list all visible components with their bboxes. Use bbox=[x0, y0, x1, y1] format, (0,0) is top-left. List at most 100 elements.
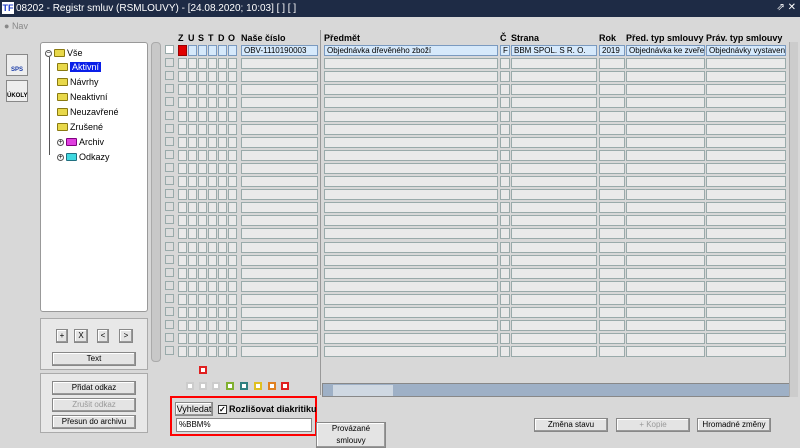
grid-cell[interactable] bbox=[511, 307, 597, 318]
grid-cell[interactable] bbox=[626, 320, 705, 332]
grid-cell[interactable] bbox=[511, 162, 597, 174]
row-checkbox[interactable] bbox=[165, 307, 174, 316]
grid-cell[interactable] bbox=[324, 254, 498, 266]
grid-cell[interactable] bbox=[241, 241, 318, 253]
grid-cell[interactable] bbox=[500, 97, 510, 109]
grid-cell[interactable] bbox=[511, 136, 597, 148]
row-checkbox[interactable] bbox=[165, 280, 174, 290]
grid-cell[interactable] bbox=[511, 123, 597, 135]
grid-cell[interactable] bbox=[511, 149, 597, 161]
grid-cell[interactable] bbox=[706, 176, 786, 187]
grid-cell[interactable] bbox=[241, 280, 318, 292]
grid-cell[interactable] bbox=[511, 241, 597, 253]
grid-cell[interactable] bbox=[626, 136, 705, 148]
grid-cell[interactable]: OBV-1110190003 bbox=[241, 45, 318, 56]
grid-vertical-scrollbar[interactable] bbox=[151, 42, 161, 362]
grid-cell[interactable] bbox=[500, 202, 510, 214]
row-checkbox[interactable] bbox=[165, 149, 174, 159]
grid-cell[interactable] bbox=[511, 254, 597, 266]
grid-cell[interactable] bbox=[511, 58, 597, 70]
grid-cell[interactable]: F bbox=[500, 45, 510, 56]
grid-cell[interactable] bbox=[324, 71, 498, 83]
row-checkbox[interactable] bbox=[165, 293, 174, 303]
grid-cell[interactable] bbox=[706, 162, 786, 174]
row-checkbox[interactable] bbox=[165, 136, 174, 146]
move-right-button[interactable]: > bbox=[119, 329, 133, 343]
row-checkbox[interactable] bbox=[165, 71, 174, 81]
grid-cell[interactable] bbox=[626, 307, 705, 318]
expand-icon[interactable]: + bbox=[57, 153, 64, 161]
grid-cell[interactable] bbox=[511, 97, 597, 109]
grid-cell[interactable] bbox=[500, 189, 510, 201]
grid-cell[interactable] bbox=[599, 189, 625, 201]
grid-cell[interactable] bbox=[706, 71, 786, 83]
grid-cell[interactable] bbox=[241, 162, 318, 174]
row-checkbox[interactable] bbox=[165, 97, 174, 107]
row-checkbox[interactable] bbox=[165, 241, 174, 251]
grid-cell[interactable] bbox=[599, 97, 625, 109]
grid-cell[interactable] bbox=[706, 136, 786, 148]
grid-cell[interactable] bbox=[626, 149, 705, 161]
row-checkbox[interactable] bbox=[165, 110, 174, 120]
grid-cell[interactable] bbox=[241, 346, 318, 358]
grid-cell[interactable]: 2019 bbox=[599, 45, 625, 56]
grid-cell[interactable] bbox=[241, 202, 318, 214]
grid-cell[interactable] bbox=[599, 241, 625, 253]
row-checkbox[interactable] bbox=[165, 333, 174, 343]
grid-cell[interactable]: Objednávky vystavené bbox=[706, 45, 786, 56]
grid-cell[interactable] bbox=[324, 293, 498, 305]
grid-cell[interactable] bbox=[241, 189, 318, 201]
grid-cell[interactable] bbox=[599, 293, 625, 305]
row-checkbox[interactable] bbox=[165, 176, 174, 185]
grid-cell[interactable] bbox=[599, 58, 625, 70]
grid-cell[interactable] bbox=[706, 267, 786, 279]
grid-cell[interactable] bbox=[511, 346, 597, 358]
grid-cell[interactable] bbox=[706, 110, 786, 122]
grid-cell[interactable] bbox=[324, 267, 498, 279]
grid-cell[interactable] bbox=[324, 149, 498, 161]
copy-button[interactable]: + Kopie bbox=[616, 418, 690, 432]
collapse-icon[interactable]: − bbox=[45, 49, 52, 57]
grid-cell[interactable] bbox=[599, 176, 625, 187]
diacritics-checkbox[interactable]: ✓ Rozlišovat diakritiku bbox=[218, 404, 317, 414]
tree-node-zrusene[interactable]: Zrušené bbox=[57, 122, 103, 132]
grid-cell[interactable] bbox=[241, 97, 318, 109]
grid-cell[interactable] bbox=[241, 84, 318, 96]
grid-cell[interactable] bbox=[324, 320, 498, 332]
grid-cell[interactable] bbox=[324, 202, 498, 214]
grid-cell[interactable] bbox=[626, 202, 705, 214]
grid-cell[interactable] bbox=[626, 58, 705, 70]
grid-cell[interactable] bbox=[706, 149, 786, 161]
right-scrollbar[interactable] bbox=[789, 42, 798, 397]
move-to-archive-button[interactable]: Přesun do archivu bbox=[52, 415, 136, 429]
grid-cell[interactable] bbox=[706, 293, 786, 305]
grid-cell[interactable] bbox=[500, 254, 510, 266]
grid-cell[interactable] bbox=[241, 307, 318, 318]
grid-cell[interactable] bbox=[500, 241, 510, 253]
grid-cell[interactable] bbox=[626, 254, 705, 266]
grid-cell[interactable] bbox=[599, 202, 625, 214]
grid-cell[interactable] bbox=[324, 176, 498, 187]
grid-cell[interactable] bbox=[500, 136, 510, 148]
grid-cell[interactable] bbox=[324, 241, 498, 253]
grid-cell[interactable] bbox=[511, 189, 597, 201]
tree-node-neaktivni[interactable]: Neaktivní bbox=[57, 92, 108, 102]
grid-cell[interactable] bbox=[241, 267, 318, 279]
tree-node-odkazy[interactable]: + Odkazy bbox=[57, 152, 110, 162]
grid-cell[interactable] bbox=[500, 307, 510, 318]
add-link-button[interactable]: Přidat odkaz bbox=[52, 381, 136, 395]
grid-cell[interactable] bbox=[626, 215, 705, 227]
grid-cell[interactable] bbox=[324, 189, 498, 201]
grid-cell[interactable] bbox=[500, 162, 510, 174]
grid-cell[interactable] bbox=[324, 333, 498, 345]
grid-cell[interactable] bbox=[324, 58, 498, 70]
grid-cell[interactable] bbox=[599, 307, 625, 318]
row-checkbox[interactable] bbox=[165, 123, 174, 133]
tree-node-navrhy[interactable]: Návrhy bbox=[57, 77, 99, 87]
grid-cell[interactable] bbox=[241, 215, 318, 227]
grid-cell[interactable] bbox=[241, 320, 318, 332]
grid-cell[interactable] bbox=[324, 136, 498, 148]
grid-cell[interactable] bbox=[706, 97, 786, 109]
grid-cell[interactable] bbox=[324, 228, 498, 240]
move-left-button[interactable]: < bbox=[97, 329, 109, 343]
